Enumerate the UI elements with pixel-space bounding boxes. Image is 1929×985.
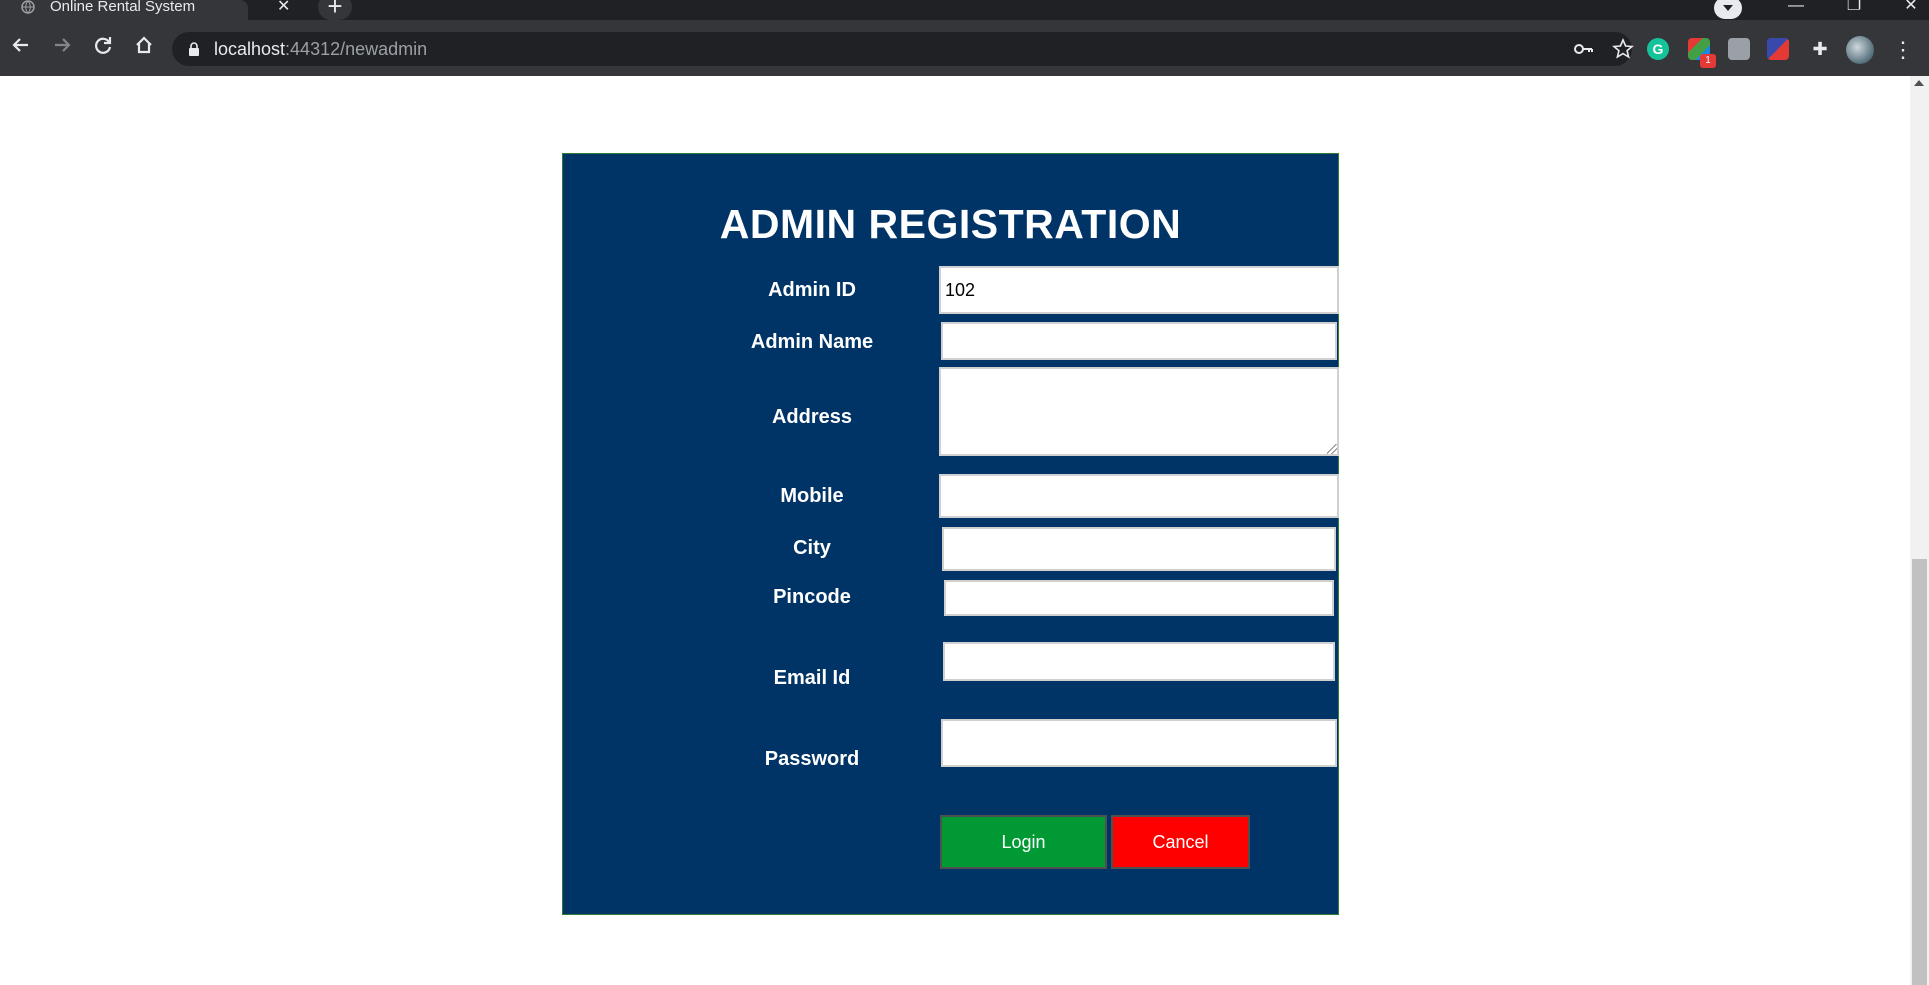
- puzzle-icon[interactable]: ✚: [1809, 38, 1831, 60]
- extension-icon[interactable]: [1767, 38, 1789, 60]
- new-tab-button[interactable]: +: [318, 0, 352, 20]
- scroll-up-arrow-icon[interactable]: [1914, 80, 1924, 86]
- email-label: Email Id: [773, 667, 851, 689]
- password-label: Password: [764, 748, 860, 770]
- url-path: :44312/newadmin: [285, 39, 428, 59]
- admin-registration-panel: ADMIN REGISTRATION Admin ID Admin Name A…: [562, 153, 1339, 915]
- menu-icon[interactable]: ⋮: [1892, 36, 1914, 64]
- page-scrollbar[interactable]: [1910, 76, 1929, 985]
- admin-id-label: Admin ID: [768, 279, 856, 301]
- login-button[interactable]: Login: [940, 815, 1107, 869]
- address-bar[interactable]: localhost:44312/newadmin: [172, 32, 1634, 66]
- grammarly-icon[interactable]: G: [1647, 38, 1669, 60]
- forward-arrow-icon[interactable]: [47, 30, 77, 60]
- browser-tab[interactable]: Online Rental System ✕: [0, 0, 290, 20]
- city-label: City: [793, 537, 831, 559]
- extension-icon[interactable]: [1728, 38, 1750, 60]
- star-icon[interactable]: [1612, 38, 1634, 60]
- home-icon[interactable]: [129, 30, 159, 60]
- close-window-button[interactable]: ✕: [1891, 0, 1929, 16]
- reload-icon[interactable]: [88, 30, 118, 60]
- pincode-label: Pincode: [773, 586, 851, 608]
- profile-avatar[interactable]: [1846, 36, 1874, 64]
- cancel-button[interactable]: Cancel: [1111, 815, 1250, 869]
- admin-name-label: Admin Name: [750, 331, 874, 353]
- url-host: localhost: [214, 39, 286, 59]
- tab-strip: Online Rental System ✕ + — ❐ ✕: [0, 0, 1929, 20]
- admin-name-input[interactable]: [941, 322, 1337, 360]
- admin-id-input[interactable]: [939, 266, 1339, 314]
- address-textarea[interactable]: [939, 367, 1339, 456]
- minimize-button[interactable]: —: [1776, 0, 1816, 16]
- extension-badge: 1: [1700, 54, 1716, 68]
- globe-icon: [21, 0, 35, 14]
- tab-title: Online Rental System: [50, 0, 196, 15]
- tab-close-icon[interactable]: ✕: [277, 0, 290, 16]
- pincode-input[interactable]: [944, 580, 1334, 616]
- page-title: ADMIN REGISTRATION: [719, 201, 1182, 247]
- scroll-thumb[interactable]: [1912, 559, 1927, 985]
- url-text[interactable]: localhost:44312/newadmin: [214, 39, 427, 59]
- restore-button[interactable]: ❐: [1834, 0, 1874, 16]
- address-label: Address: [771, 406, 853, 428]
- email-input[interactable]: [943, 642, 1335, 681]
- mobile-label: Mobile: [780, 485, 844, 507]
- city-input[interactable]: [942, 527, 1336, 571]
- tab-search-icon[interactable]: [1714, 0, 1742, 19]
- key-icon[interactable]: [1572, 38, 1594, 60]
- browser-toolbar: localhost:44312/newadmin G 1 ✚ ⋮: [0, 20, 1929, 76]
- password-input[interactable]: [941, 719, 1337, 767]
- mobile-input[interactable]: [939, 474, 1339, 518]
- lock-icon[interactable]: [188, 42, 200, 56]
- back-arrow-icon[interactable]: [6, 30, 36, 60]
